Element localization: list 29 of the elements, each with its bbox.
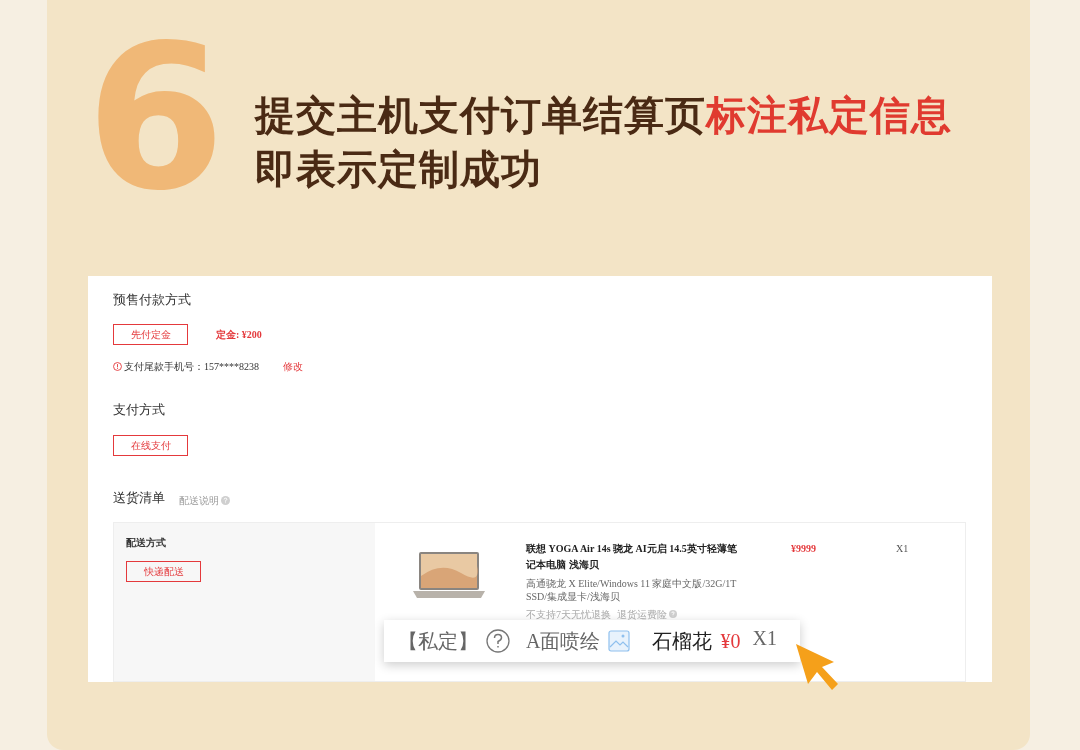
product-price: ¥9999	[791, 541, 816, 555]
deposit-option[interactable]: 先付定金	[113, 323, 188, 345]
help-icon	[669, 610, 677, 618]
section-title: 预售付款方式	[113, 291, 192, 309]
custom-quantity: X1	[752, 626, 777, 651]
product-quantity: X1	[896, 541, 909, 555]
product-specs: 高通骁龙 X Elite/Windows 11 家庭中文版/32G/1T SSD/集成显卡/浅海贝	[526, 576, 738, 603]
print-side-text: A面喷绘	[526, 629, 601, 654]
phone-number-text: 支付尾款手机号：157****8238	[124, 359, 259, 374]
headline: 提交主机支付订单结算页标注私定信息 即表示定制成功	[255, 92, 953, 193]
payment-option[interactable]: 在线支付	[113, 435, 188, 456]
image-icon	[608, 630, 631, 652]
help-icon	[221, 495, 230, 505]
delivery-note-link[interactable]: 配送说明	[179, 492, 219, 508]
section-title: 支付方式	[113, 400, 166, 419]
pattern-name: 石榴花	[652, 629, 713, 654]
return-policy-text: 不支持7天无忧退换	[526, 607, 611, 622]
product-name: 联想 YOGA Air 14s 骁龙 AI元启 14.5英寸轻薄笔记本电脑 浅海贝	[526, 541, 738, 572]
insurance-text: 退货运费险	[617, 607, 667, 622]
warning-icon	[113, 361, 122, 371]
custom-tag: 【私定】	[398, 626, 478, 656]
custom-price: ¥0	[720, 629, 741, 654]
shipping-label: 配送方式	[126, 535, 167, 550]
help-icon	[486, 629, 510, 653]
section-title: 送货清单	[113, 489, 165, 507]
step-number: 6	[86, 18, 226, 218]
shipping-option[interactable]: 快递配送	[126, 560, 201, 582]
edit-link[interactable]: 修改	[283, 358, 303, 374]
deposit-amount: 定金: ¥200	[216, 327, 262, 342]
